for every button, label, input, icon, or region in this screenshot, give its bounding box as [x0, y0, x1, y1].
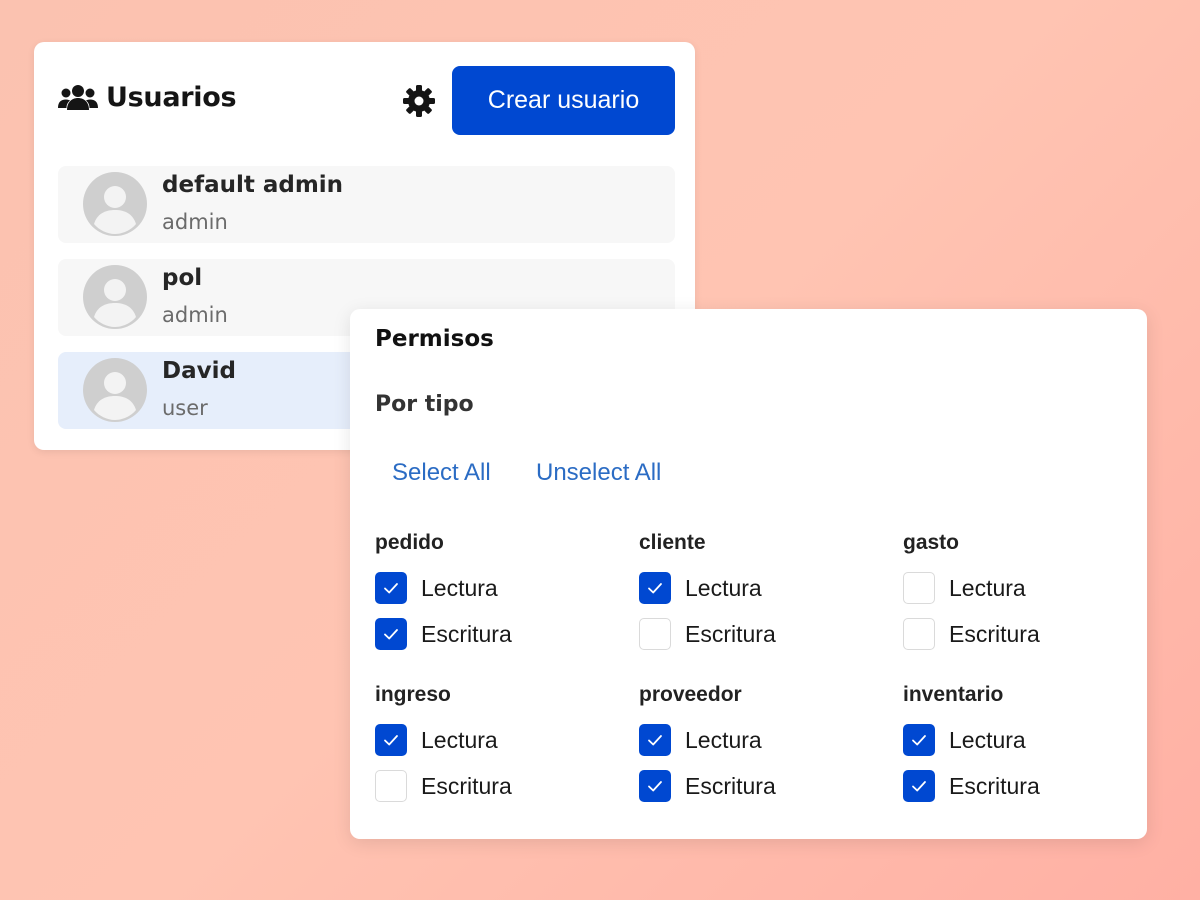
write-label: Escritura	[421, 620, 512, 647]
permissions-subtitle: Por tipo	[375, 392, 474, 417]
read-label: Lectura	[949, 726, 1026, 753]
write-label: Escritura	[421, 772, 512, 799]
user-name: default admin	[162, 172, 344, 198]
check-icon	[648, 735, 662, 746]
permissions-panel: Permisos Por tipo Select All Unselect Al…	[350, 309, 1147, 839]
write-label: Escritura	[949, 772, 1040, 799]
settings-button[interactable]	[402, 84, 436, 118]
permission-group-title: pedido	[375, 531, 444, 554]
permission-group-title: proveedor	[639, 683, 742, 706]
users-icon	[58, 84, 98, 110]
users-title: Usuarios	[106, 82, 237, 113]
read-checkbox[interactable]	[903, 572, 935, 604]
select-all-button[interactable]: Select All	[392, 459, 491, 487]
permission-group-title: inventario	[903, 683, 1004, 706]
write-checkbox[interactable]	[375, 618, 407, 650]
read-permission[interactable]: Lectura	[903, 723, 1026, 757]
write-label: Escritura	[685, 772, 776, 799]
write-permission[interactable]: Escritura	[903, 769, 1040, 803]
read-checkbox[interactable]	[639, 572, 671, 604]
write-permission[interactable]: Escritura	[375, 769, 512, 803]
check-icon	[912, 781, 926, 792]
read-permission[interactable]: Lectura	[375, 723, 498, 757]
permission-group-title: gasto	[903, 531, 960, 554]
create-user-button[interactable]: Crear usuario	[452, 66, 675, 135]
write-permission[interactable]: Escritura	[903, 617, 1040, 651]
permission-group-title: ingreso	[375, 683, 451, 706]
gear-icon	[403, 85, 435, 117]
read-checkbox[interactable]	[639, 724, 671, 756]
write-permission[interactable]: Escritura	[375, 617, 512, 651]
users-header: Usuarios Crear usuario	[58, 66, 675, 136]
write-label: Escritura	[685, 620, 776, 647]
check-icon	[648, 781, 662, 792]
write-checkbox[interactable]	[639, 618, 671, 650]
user-role: admin	[162, 303, 228, 327]
check-icon	[384, 583, 398, 594]
write-checkbox[interactable]	[903, 770, 935, 802]
read-label: Lectura	[421, 574, 498, 601]
read-checkbox[interactable]	[375, 724, 407, 756]
check-icon	[912, 735, 926, 746]
read-checkbox[interactable]	[903, 724, 935, 756]
check-icon	[384, 735, 398, 746]
read-permission[interactable]: Lectura	[903, 571, 1026, 605]
user-avatar-icon	[83, 172, 147, 236]
read-permission[interactable]: Lectura	[375, 571, 498, 605]
read-permission[interactable]: Lectura	[639, 723, 762, 757]
permission-group-title: cliente	[639, 531, 706, 554]
read-label: Lectura	[421, 726, 498, 753]
user-avatar-icon	[83, 358, 147, 422]
users-title-group: Usuarios	[58, 82, 237, 113]
write-checkbox[interactable]	[903, 618, 935, 650]
check-icon	[384, 629, 398, 640]
user-row-default-admin[interactable]: default admin admin	[58, 166, 675, 243]
read-checkbox[interactable]	[375, 572, 407, 604]
user-role: user	[162, 396, 208, 420]
check-icon	[648, 583, 662, 594]
write-checkbox[interactable]	[375, 770, 407, 802]
user-role: admin	[162, 210, 228, 234]
unselect-all-button[interactable]: Unselect All	[536, 459, 661, 487]
permissions-title: Permisos	[375, 326, 494, 352]
read-label: Lectura	[685, 574, 762, 601]
write-checkbox[interactable]	[639, 770, 671, 802]
user-name: pol	[162, 265, 203, 291]
write-label: Escritura	[949, 620, 1040, 647]
read-permission[interactable]: Lectura	[639, 571, 762, 605]
write-permission[interactable]: Escritura	[639, 617, 776, 651]
user-name: David	[162, 358, 236, 384]
user-avatar-icon	[83, 265, 147, 329]
write-permission[interactable]: Escritura	[639, 769, 776, 803]
read-label: Lectura	[685, 726, 762, 753]
read-label: Lectura	[949, 574, 1026, 601]
